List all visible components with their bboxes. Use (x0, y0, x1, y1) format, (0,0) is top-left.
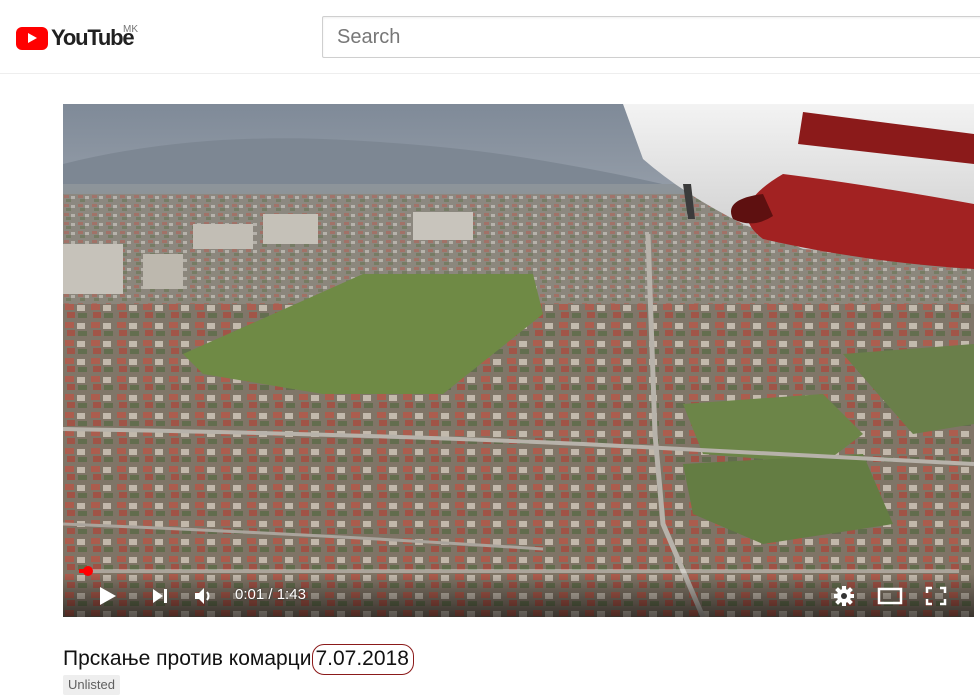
logo-text: YouTube (51, 25, 135, 50)
progress-bar[interactable] (79, 566, 959, 576)
fullscreen-icon (925, 586, 947, 606)
volume-icon (195, 588, 210, 604)
video-title: Прскање против комарци (63, 647, 312, 670)
play-button[interactable] (93, 582, 123, 610)
fullscreen-button[interactable] (921, 582, 951, 610)
country-code: MK (123, 24, 138, 35)
theater-mode-button[interactable] (875, 582, 905, 610)
theater-mode-icon (877, 587, 903, 605)
video-player[interactable]: 0:01 / 1:43 (63, 104, 974, 617)
settings-button[interactable] (829, 582, 859, 610)
search-input[interactable] (322, 16, 980, 58)
video-date: 7.07.2018 (312, 643, 414, 675)
video-frame (63, 104, 974, 617)
masthead: YouTube MK (0, 0, 980, 74)
youtube-logo[interactable]: YouTube (16, 25, 135, 51)
time-total: 1:43 (276, 586, 306, 603)
mute-button[interactable] (189, 582, 219, 610)
play-icon (100, 587, 116, 605)
time-separator: / (264, 586, 277, 603)
time-display: 0:01 / 1:43 (235, 586, 306, 603)
player-controls: 0:01 / 1:43 (63, 574, 974, 617)
next-button[interactable] (145, 582, 175, 610)
unlisted-badge: Unlisted (63, 675, 120, 695)
time-current: 0:01 (235, 586, 265, 603)
settings-icon (834, 586, 854, 606)
video-title-row: Прскање против комарци 7.07.2018 (63, 642, 414, 676)
youtube-play-logo-icon (16, 26, 48, 50)
next-icon (153, 589, 167, 603)
